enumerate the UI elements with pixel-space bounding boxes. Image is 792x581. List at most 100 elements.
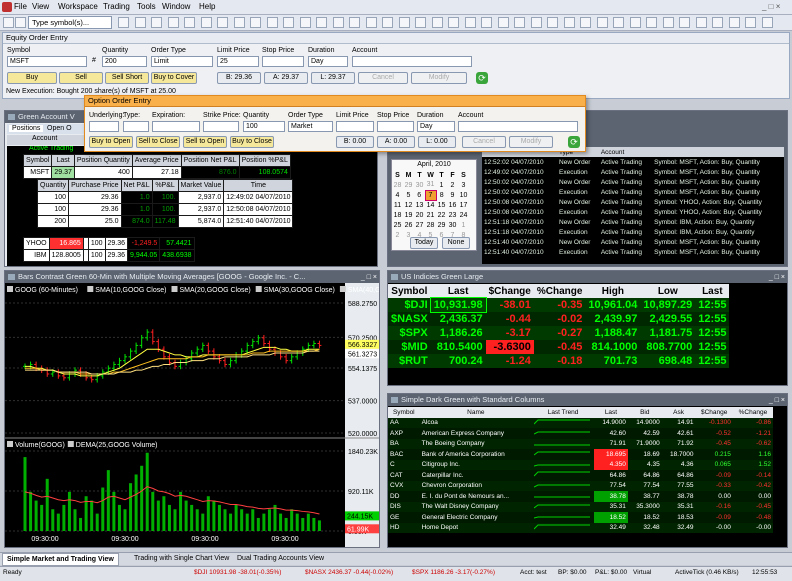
toolbar-button-icon[interactable] xyxy=(332,17,344,28)
message-row[interactable]: 12:51:40 04/07/2010 New Order Active Tradi… xyxy=(482,237,784,247)
calendar-day[interactable]: 4 xyxy=(392,190,403,200)
symbol-combo[interactable]: Type symbol(s)... xyxy=(28,16,112,29)
calendar-day[interactable]: 31 xyxy=(425,180,436,190)
toolbar-button-icon[interactable] xyxy=(646,17,657,28)
calendar-day[interactable]: 30 xyxy=(414,180,425,190)
toolbar-button-icon[interactable] xyxy=(679,17,690,28)
option-type-select[interactable] xyxy=(123,121,149,132)
quote-row[interactable]: DIS The Walt Disney Company 35.31 35.3000 35… xyxy=(388,501,773,512)
calendar-day[interactable]: 29 xyxy=(403,180,414,190)
buy-button[interactable]: Buy xyxy=(7,72,57,84)
toolbar-button-icon[interactable] xyxy=(448,17,459,28)
calendar-day[interactable]: 3 xyxy=(458,180,469,190)
opt-cancel-button[interactable]: Cancel xyxy=(462,136,506,148)
today-button[interactable]: Today xyxy=(410,237,438,249)
us-index-row[interactable]: $RUT 700.24 -1.24 -0.18 701.73 698.48 12:55 xyxy=(388,354,730,368)
calendar-day[interactable]: 11 xyxy=(392,200,403,210)
quote-row[interactable]: AXP American Express Company 42.60 42.59 42.… xyxy=(388,428,773,439)
toolbar-button-icon[interactable] xyxy=(530,17,542,28)
calendar-day[interactable]: 14 xyxy=(425,200,436,210)
message-row[interactable]: 12:50:08 04/07/2010 Execution Active Tradi… xyxy=(482,207,784,217)
order-type-select[interactable]: Limit xyxy=(151,56,213,67)
calendar-day[interactable]: 5 xyxy=(403,190,414,200)
toolbar-button-icon[interactable] xyxy=(217,17,228,28)
menu-window[interactable]: Window xyxy=(162,2,190,11)
tab-open-orders[interactable]: Open O xyxy=(47,125,72,132)
us-index-row[interactable]: $SPX 1,186.26 -3.17 -0.27 1,188.47 1,181.75 12… xyxy=(388,326,730,340)
calendar-day[interactable]: 28 xyxy=(425,220,436,230)
opt-duration-select[interactable]: Day xyxy=(417,121,455,132)
calendar-day[interactable]: 18 xyxy=(392,210,403,220)
calendar-day[interactable]: 12 xyxy=(403,200,414,210)
calendar-day[interactable]: 1 xyxy=(436,180,447,190)
calendar-day[interactable]: 2 xyxy=(447,180,458,190)
message-row[interactable]: 12:50:08 04/07/2010 New Order Active Tradi… xyxy=(482,197,784,207)
calendar-day[interactable]: 9 xyxy=(447,190,458,200)
toolbar-button-icon[interactable] xyxy=(695,17,707,28)
quote-row[interactable]: HD Home Depot 32.49 32.48 32.49 -0.00 -0.00 xyxy=(388,522,773,533)
toolbar-button-icon[interactable] xyxy=(745,17,756,28)
us-index-row[interactable]: $DJI 10,931.98 -38.01 -0.35 10,961.04 10,897.… xyxy=(388,297,730,313)
quote-row[interactable]: CVX Chevron Corporation 77.54 77.54 77.55 -0.… xyxy=(388,480,773,491)
message-row[interactable]: 12:52:02 04/07/2010 New Order Active Tradi… xyxy=(482,157,784,167)
toolbar-button-icon[interactable] xyxy=(233,17,245,28)
toolbar-button-icon[interactable] xyxy=(349,17,360,28)
calendar-day[interactable]: 24 xyxy=(458,210,469,220)
account-select[interactable] xyxy=(352,56,472,67)
opt-account-select[interactable] xyxy=(458,121,578,132)
toolbar-button-icon[interactable] xyxy=(151,17,162,28)
toolbar-button-icon[interactable] xyxy=(365,17,377,28)
us-index-row[interactable]: $MID 810.5400 -3.6300 -0.45 814.1000 808.7700… xyxy=(388,340,730,354)
tab-positions[interactable]: Positions xyxy=(9,125,44,132)
toolbar-button-icon[interactable] xyxy=(728,17,740,28)
calendar-day[interactable]: 25 xyxy=(392,220,403,230)
opt-order-type-select[interactable]: Market xyxy=(288,121,333,132)
limit-price-input[interactable]: 25 xyxy=(217,56,259,67)
calendar-day[interactable]: 27 xyxy=(414,220,425,230)
symbol-input[interactable]: MSFT xyxy=(7,56,87,67)
toolbar-button-icon[interactable] xyxy=(118,17,129,28)
quote-row[interactable]: BA The Boeing Company 71.91 71.9000 71.92 -0.… xyxy=(388,438,773,449)
toolbar-button-icon[interactable] xyxy=(481,17,492,28)
toolbar-button-icon[interactable] xyxy=(316,17,327,28)
quote-row[interactable]: GE General Electric Company 18.52 18.52 18.5… xyxy=(388,512,773,523)
toolbar-button-icon[interactable] xyxy=(596,17,608,28)
toolbar-button-icon[interactable] xyxy=(250,17,261,28)
buy-to-close-button[interactable]: Buy to Close xyxy=(230,136,274,148)
toolbar-button-icon[interactable] xyxy=(167,17,179,28)
calendar-day[interactable]: 6 xyxy=(414,190,425,200)
position-cell[interactable]: MSFT xyxy=(22,166,53,179)
calendar-day[interactable]: 13 xyxy=(414,200,425,210)
toolbar-button-icon[interactable] xyxy=(283,17,294,28)
calendar-day[interactable]: 8 xyxy=(436,190,447,200)
calendar-day[interactable]: 1 xyxy=(458,220,469,230)
sell-to-open-button[interactable]: Sell to Open xyxy=(183,136,227,148)
calendar-day[interactable]: 20 xyxy=(414,210,425,220)
message-row[interactable]: 12:51:18 04/07/2010 New Order Active Tradi… xyxy=(482,217,784,227)
calendar-day[interactable]: 17 xyxy=(458,200,469,210)
toolbar-button-icon[interactable] xyxy=(299,17,311,28)
buy-to-open-button[interactable]: Buy to Open xyxy=(89,136,133,148)
message-row[interactable]: 12:51:40 04/07/2010 Execution Active Tradi… xyxy=(482,247,784,257)
tab-dual-accounts[interactable]: Dual Trading Accounts View xyxy=(233,553,328,566)
symbol-link-icon[interactable] xyxy=(3,17,14,28)
tab-simple-market[interactable]: Simple Market and Trading View xyxy=(2,553,119,566)
position-cell[interactable]: YHOO xyxy=(23,237,50,250)
refresh-icon[interactable]: ⟳ xyxy=(476,72,488,84)
calendar-day[interactable]: 30 xyxy=(447,220,458,230)
us-index-row[interactable]: $NASX 2,436.37 -0.44 -0.02 2,439.97 2,429.55 1… xyxy=(388,312,730,326)
message-row[interactable]: 12:51:18 04/07/2010 Execution Active Tradi… xyxy=(482,227,784,237)
toolbar-button-icon[interactable] xyxy=(514,17,525,28)
lock-icon[interactable] xyxy=(15,17,26,28)
quote-row[interactable]: C Citigroup Inc. 4.350 4.35 4.36 0.065 1.52 xyxy=(388,459,773,470)
opt-quantity-stepper[interactable]: 100 xyxy=(243,121,285,132)
toolbar-button-icon[interactable] xyxy=(184,17,195,28)
window-controls[interactable]: _ □ × xyxy=(762,2,780,11)
price-volume-chart[interactable]: GOOG (60-Minutes) SMA(10,GOOG Close) SMA(2… xyxy=(5,283,379,547)
buy-to-cover-button[interactable]: Buy to Cover xyxy=(151,72,197,84)
toolbar-button-icon[interactable] xyxy=(629,17,641,28)
calendar-day[interactable]: 7 xyxy=(424,189,437,201)
toolbar-button-icon[interactable] xyxy=(200,17,212,28)
stop-price-input[interactable] xyxy=(262,56,304,67)
underlying-input[interactable] xyxy=(89,121,119,132)
